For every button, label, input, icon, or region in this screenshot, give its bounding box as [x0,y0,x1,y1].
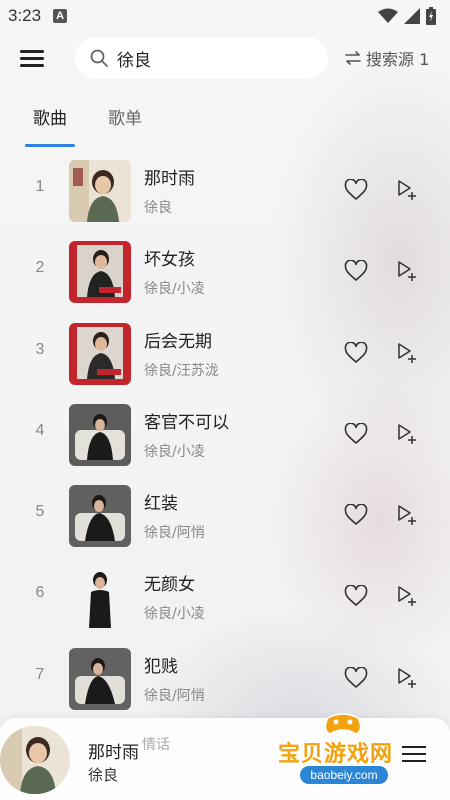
battery-icon [426,7,436,25]
song-row[interactable]: 5 红装 徐良/阿悄 [0,475,450,556]
song-title: 那时雨 [144,169,195,189]
album-cover [69,485,131,548]
song-number: 2 [35,259,45,277]
search-source-button[interactable]: 搜索源 1 [344,46,429,70]
song-artist: 徐良/阿悄 [144,525,205,542]
song-row[interactable]: 2 坏女孩 徐良/小凌 [0,231,450,312]
song-artist: 徐良/小凌 [144,606,205,623]
song-title: 犯贱 [144,656,178,677]
tab-indicator [25,144,75,147]
add-to-queue-icon[interactable] [396,667,418,689]
song-list: 1 那时雨 徐良 2 坏女孩 徐良/小凌 3 后会无期 徐良/汪苏泷 4 客官不… [0,150,450,719]
add-to-queue-icon[interactable] [396,423,418,445]
heart-icon[interactable] [344,341,368,364]
album-cover [69,241,131,304]
top-bar: 搜索源 1 [0,34,450,82]
now-playing-cover[interactable] [0,726,70,794]
add-to-queue-icon[interactable] [396,179,418,201]
menu-icon[interactable] [20,48,44,68]
search-input[interactable] [117,48,307,68]
song-title: 客官不可以 [144,412,229,433]
notification-icon: A [53,9,68,23]
song-row[interactable]: 3 后会无期 徐良/汪苏泷 [0,313,450,394]
now-playing-title: 那时雨 [88,743,139,763]
song-artist: 徐良/阿悄 [144,687,205,704]
song-artist: 徐良/小凌 [144,443,205,460]
gamepad-icon [324,713,362,735]
song-row[interactable]: 1 那时雨 徐良 [0,150,450,231]
song-title: 无颜女 [144,575,195,596]
song-row[interactable]: 4 客官不可以 徐良/小凌 [0,394,450,475]
song-title: 坏女孩 [144,250,195,271]
song-artist: 徐良 [144,200,172,216]
add-to-queue-icon[interactable] [396,504,418,526]
song-number: 4 [35,421,45,439]
song-title: 红装 [144,494,178,515]
watermark-text: 宝贝游戏网 [278,742,394,767]
heart-icon[interactable] [344,585,368,607]
song-number: 5 [35,503,45,521]
status-bar: 3:23 A [0,0,450,32]
search-source-label: 搜索源 1 [366,50,430,69]
song-number: 6 [35,584,45,602]
song-artist: 徐良/汪苏泷 [144,362,219,379]
album-cover [69,403,131,466]
song-number: 1 [35,178,45,195]
signal-icon [404,8,420,24]
heart-icon[interactable] [344,260,368,282]
song-row[interactable]: 6 无颜女 徐良/小凌 [0,556,450,637]
lyric-fragment: 情话 [142,737,170,753]
album-cover [69,647,131,710]
now-playing-artist: 徐良 [88,766,119,784]
wifi-icon [378,8,398,23]
heart-icon[interactable] [344,179,368,201]
heart-icon[interactable] [344,504,368,526]
watermark-logo: 宝贝游戏网 baobeiy.com [270,708,430,792]
album-cover [69,160,131,222]
swap-icon [345,51,361,65]
song-number: 7 [35,665,45,683]
album-cover [69,566,131,629]
tab-playlists[interactable]: 歌单 [108,104,142,129]
search-icon [90,49,108,67]
song-number: 3 [35,340,45,358]
search-bar[interactable] [75,37,328,79]
status-time: 3:23 [8,6,42,25]
add-to-queue-icon[interactable] [396,260,418,282]
status-icons [378,7,436,25]
add-to-queue-icon[interactable] [396,585,418,607]
heart-icon[interactable] [344,666,368,689]
add-to-queue-icon[interactable] [396,342,418,364]
result-tabs: 歌曲 歌单 [0,104,450,148]
song-row[interactable]: 7 犯贱 徐良/阿悄 [0,638,450,719]
tab-songs[interactable]: 歌曲 [33,104,67,129]
album-cover [69,322,131,385]
song-title: 后会无期 [144,331,212,352]
heart-icon[interactable] [344,422,368,445]
song-artist: 徐良/小凌 [144,281,205,298]
watermark-url: baobeiy.com [300,766,388,784]
